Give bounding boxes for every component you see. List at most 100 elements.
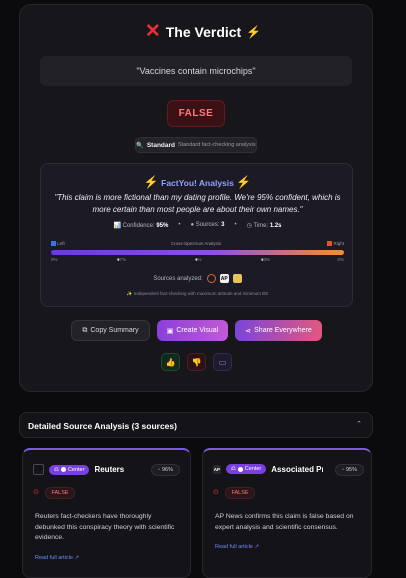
read-more-label: Read full article [215, 544, 253, 550]
tick-center-left-value: 67% [117, 257, 127, 262]
copy-icon: ⧉ [82, 326, 88, 334]
tick-center-value: 0% [195, 257, 202, 262]
spectrum-labels: Left Cross-Spectrum Analysis Right [51, 241, 344, 247]
confidence-value: 95% [156, 223, 169, 229]
bias-label: Center [244, 466, 262, 472]
ap-logo-icon: AP [213, 464, 221, 474]
copy-summary-label: Copy Summary [90, 327, 139, 334]
analysis-title-text: FactYou! Analysis [161, 178, 234, 188]
copy-summary-button[interactable]: ⧉ Copy Summary [71, 320, 150, 341]
time-label: Time: [253, 223, 269, 229]
x-mark-icon: ✕ [144, 21, 161, 42]
source-card-ap: AP ⚖ Center Associated Pr... ◦95% ⊙ FALSE… [202, 448, 372, 578]
source-description: AP News confirms this claim is false bas… [215, 512, 354, 533]
mode-name: Standard [146, 141, 175, 149]
desc-line: evidence. [35, 534, 65, 541]
separator-dot: • [178, 222, 181, 228]
ap-logo-icon: AP [219, 274, 229, 283]
thumbs-up-button[interactable]: 👍 [161, 353, 180, 371]
source-header: AP ⚖ Center Associated Pr... [213, 464, 323, 474]
desc-line: AP News confirms this claim is false bas… [215, 513, 354, 520]
analysis-panel: ⚡ FactYou! Analysis ⚡ "This claim is mor… [40, 163, 353, 307]
separator-dot: • [234, 222, 237, 228]
bias-circle-icon [60, 467, 66, 472]
thumbs-up-icon: 👍 [165, 357, 176, 367]
share-everywhere-button[interactable]: ⋖ Share Everywhere [235, 320, 322, 341]
score-value: 95% [345, 467, 357, 473]
lightning-icon: ⚡ [236, 175, 252, 189]
details-header[interactable]: Detailed Source Analysis (3 sources) ⌃ [19, 412, 373, 438]
source-description: Reuters fact-checkers have thoroughly de… [35, 512, 174, 544]
reuters-logo-icon [206, 274, 216, 283]
read-full-article-link[interactable]: Read full article ↗ [35, 555, 79, 561]
source-header: ⚖ Center Reuters [33, 464, 124, 475]
sparkle-icon: ✨ [126, 291, 133, 296]
chevron-up-icon[interactable]: ⌃ [356, 420, 362, 428]
sources-analyzed-label: Sources analyzed: [153, 275, 203, 282]
desc-line: Reuters fact-checkers have thoroughly [35, 513, 152, 520]
title-text: The Verdict [165, 24, 242, 40]
tick-center-right-value: 33% [261, 257, 271, 262]
time-stat: ◷ Time: 1.2s [247, 222, 282, 229]
scale-icon: ⚖ [230, 466, 236, 472]
create-visual-button[interactable]: ▣ Create Visual [157, 320, 228, 341]
comment-icon: ▭ [218, 357, 227, 367]
verdict-badge: FALSE [167, 100, 225, 127]
clock-icon: ◷ [246, 223, 252, 229]
false-circle-icon: ⊙ [213, 489, 219, 496]
source-verdict-badge: FALSE [225, 487, 255, 499]
external-link-icon: ↗ [74, 555, 80, 561]
lightning-icon: ⚡ [246, 25, 262, 39]
spectrum-right: Right [327, 241, 344, 247]
create-visual-label: Create Visual [176, 327, 219, 334]
bias-circle-icon [237, 466, 243, 472]
shield-icon: ◦ [158, 467, 160, 473]
analysis-footnote: ✨ Independent fact-checking with maximum… [41, 291, 354, 297]
score-badge: ◦ 96% [151, 464, 180, 476]
mode-badge: 🔍 Standard Standard fact-checking analys… [135, 137, 257, 153]
blue-square-icon [51, 241, 56, 247]
shield-icon: ◦ [342, 467, 344, 473]
lightning-icon: ⚡ [143, 175, 159, 189]
spectrum-bar [51, 250, 344, 255]
sources-label: Sources: [195, 222, 220, 228]
chart-icon: 📊 [113, 223, 121, 229]
confidence-label: Confidence: [122, 223, 155, 229]
source-name: Associated Pr... [271, 464, 323, 474]
reuters-logo-icon [33, 464, 44, 475]
source-name: Reuters [94, 465, 125, 474]
red-square-icon [327, 241, 333, 247]
bias-badge: ⚖ Center [225, 464, 267, 474]
false-circle-icon: ⊙ [33, 489, 39, 496]
page-title: ✕ The Verdict ⚡ [0, 21, 406, 42]
claim-text: "Vaccines contain microchips" [40, 56, 352, 86]
globe-icon: ● [190, 222, 195, 228]
confidence-stat: 📊 Confidence: 95% [113, 222, 168, 229]
sources-analyzed: Sources analyzed: AP [41, 274, 354, 283]
spectrum-title: Cross-Spectrum Analysis [170, 241, 222, 246]
bias-label: Center [67, 466, 85, 473]
score-badge: ◦ 95% [335, 464, 364, 476]
snopes-logo-icon [232, 274, 242, 283]
spectrum-left: Left [51, 241, 65, 247]
comment-button[interactable]: ▭ [213, 353, 232, 371]
analysis-quote: "This claim is more fictional than my da… [54, 193, 341, 214]
source-card-reuters: ⚖ Center Reuters ◦ 96% ⊙ FALSE Reuters fac… [22, 448, 191, 578]
thumbs-down-button[interactable]: 👎 [187, 353, 206, 371]
tick-right: 0% [337, 257, 344, 262]
mode-description: Standard fact-checking analysis [178, 142, 256, 148]
search-icon: 🔍 [136, 142, 144, 149]
desc-line: debunked this conspiracy theory with sci… [35, 523, 175, 531]
tick-left: 0% [51, 257, 58, 262]
bias-badge: ⚖ Center [49, 464, 90, 475]
read-full-article-link[interactable]: Read full article ↗ [215, 544, 259, 550]
external-link-icon: ↗ [254, 544, 260, 550]
spectrum-right-label: Right [333, 241, 344, 246]
sources-stat: ● Sources: 3 [190, 222, 224, 229]
image-icon: ▣ [166, 327, 174, 335]
share-icon: ⋖ [245, 327, 252, 335]
time-value: 1.2s [269, 223, 282, 229]
details-title: Detailed Source Analysis (3 sources) [28, 421, 177, 431]
analysis-title: ⚡ FactYou! Analysis ⚡ [41, 175, 354, 189]
scale-icon: ⚖ [54, 466, 59, 473]
